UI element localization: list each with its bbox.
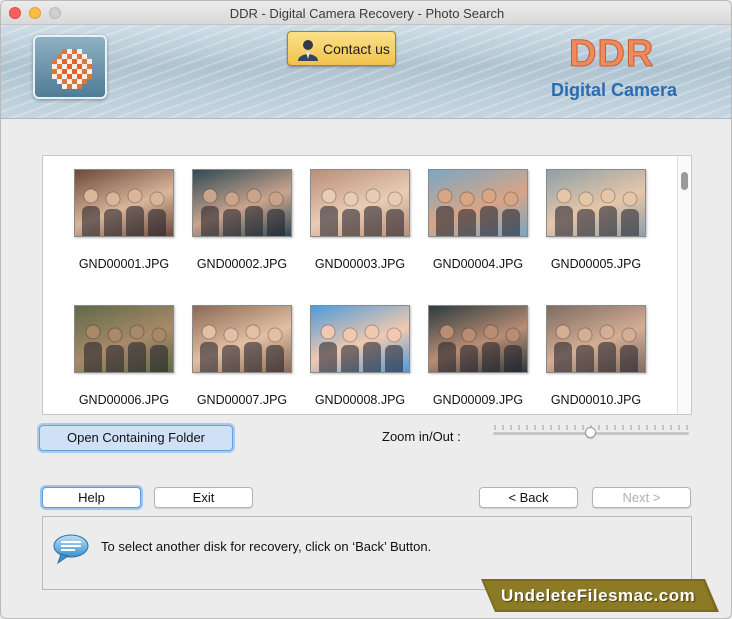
photo-filename: GND00009.JPG xyxy=(432,393,524,407)
window-title: DDR - Digital Camera Recovery - Photo Se… xyxy=(229,6,505,21)
photo-image xyxy=(192,305,292,373)
photo-thumbnail[interactable]: GND00005.JPG xyxy=(546,169,664,281)
photo-image xyxy=(74,305,174,373)
contact-us-button[interactable]: Contact us xyxy=(287,31,396,66)
photo-thumbnail[interactable]: GND00008.JPG xyxy=(310,305,428,414)
photo-thumbnail[interactable]: GND00010.JPG xyxy=(546,305,664,414)
watermark-text: UndeleteFilesmac.com xyxy=(501,586,696,605)
photo-gallery[interactable]: GND00001.JPG GND00002.JPG GND00003.JPG GND0… xyxy=(42,155,692,415)
scroll-thumb[interactable] xyxy=(681,172,688,190)
photo-filename: GND00008.JPG xyxy=(314,393,406,407)
photo-filename: GND00001.JPG xyxy=(78,257,170,271)
app-window: DDR - Digital Camera Recovery - Photo Se… xyxy=(0,0,732,619)
speech-bubble-icon xyxy=(53,534,89,565)
contact-us-label: Contact us xyxy=(323,41,390,57)
photo-filename: GND00005.JPG xyxy=(550,257,642,271)
photo-thumbnail[interactable]: GND00003.JPG xyxy=(310,169,428,281)
photo-image xyxy=(546,305,646,373)
header-banner: Contact us DDR Digital Camera xyxy=(1,25,731,119)
photo-image xyxy=(310,305,410,373)
photo-thumbnail[interactable]: GND00002.JPG xyxy=(192,169,310,281)
brand-subtitle: Digital Camera xyxy=(551,80,678,100)
photo-image xyxy=(428,169,528,237)
photo-filename: GND00006.JPG xyxy=(78,393,170,407)
status-message: To select another disk for recovery, cli… xyxy=(101,539,432,554)
photo-filename: GND00007.JPG xyxy=(196,393,288,407)
photo-thumbnail[interactable]: GND00004.JPG xyxy=(428,169,546,281)
app-logo xyxy=(33,35,107,99)
photo-image xyxy=(74,169,174,237)
title-bar: DDR - Digital Camera Recovery - Photo Se… xyxy=(1,1,731,25)
brand-logo-text: DDR xyxy=(568,33,655,76)
photo-filename: GND00004.JPG xyxy=(432,257,524,271)
photo-image xyxy=(428,305,528,373)
checker-logo-icon xyxy=(52,49,92,89)
photo-thumbnail[interactable]: GND00001.JPG xyxy=(74,169,192,281)
photo-filename: GND00003.JPG xyxy=(314,257,406,271)
back-button[interactable]: < Back xyxy=(479,487,578,508)
open-containing-folder-button[interactable]: Open Containing Folder xyxy=(39,425,233,451)
photo-thumbnail[interactable]: GND00009.JPG xyxy=(428,305,546,414)
person-icon xyxy=(298,40,318,61)
next-button[interactable]: Next > xyxy=(592,487,691,508)
photo-thumbnail[interactable]: GND00007.JPG xyxy=(192,305,310,414)
exit-button[interactable]: Exit xyxy=(154,487,253,508)
photo-filename: GND00002.JPG xyxy=(196,257,288,271)
photo-image xyxy=(310,169,410,237)
photo-thumbnail[interactable]: GND00006.JPG xyxy=(74,305,192,414)
photo-image xyxy=(192,169,292,237)
zoom-label: Zoom in/Out : xyxy=(382,429,461,444)
help-button[interactable]: Help xyxy=(42,487,141,508)
photo-filename: GND00010.JPG xyxy=(550,393,642,407)
gallery-scrollbar[interactable] xyxy=(677,156,691,414)
zoom-slider-knob[interactable] xyxy=(585,427,596,438)
photo-image xyxy=(546,169,646,237)
watermark-banner: UndeleteFilesmac.com xyxy=(481,579,721,612)
